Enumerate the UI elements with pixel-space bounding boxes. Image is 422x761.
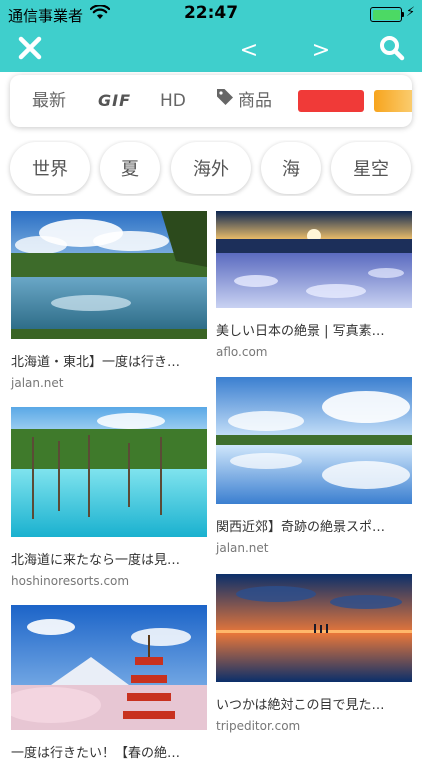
result-source: tripeditor.com xyxy=(216,719,301,733)
result-image-sky-reflection xyxy=(216,377,412,508)
result-card[interactable]: 美しい日本の絶景 | 写真素… aflo.com xyxy=(216,211,412,359)
battery-tip xyxy=(402,12,404,17)
filter-bar: 最新 GIF HD 商品 xyxy=(10,75,412,127)
result-title: 関西近郊】奇跡の絶景スポ… xyxy=(216,520,386,535)
status-bar: 通信事業者 22:47 ⚡ xyxy=(0,0,422,28)
result-title: 北海道に来たなら一度は見… xyxy=(11,553,181,568)
result-card[interactable]: いつかは絶対この目で見た… tripeditor.com xyxy=(216,574,412,733)
filter-product-label: 商品 xyxy=(238,91,272,111)
chip-overseas[interactable]: 海外 xyxy=(171,142,251,194)
nav-bar: < > xyxy=(0,28,422,72)
filter-product[interactable]: 商品 xyxy=(216,75,272,127)
prev-button[interactable]: < xyxy=(232,32,266,68)
result-title: 北海道・東北】一度は行き… xyxy=(11,355,181,370)
result-image-lake xyxy=(11,211,207,343)
filter-hd[interactable]: HD xyxy=(160,75,186,127)
chip-sea[interactable]: 海 xyxy=(261,142,321,194)
result-image-ice-sunrise xyxy=(216,211,412,312)
result-image-pagoda-fuji xyxy=(11,605,207,734)
search-icon xyxy=(378,34,406,66)
search-button[interactable] xyxy=(372,32,412,68)
result-card[interactable]: 関西近郊】奇跡の絶景スポ… jalan.net xyxy=(216,377,412,555)
result-title: 美しい日本の絶景 | 写真素… xyxy=(216,324,385,339)
chip-world[interactable]: 世界 xyxy=(10,142,90,194)
color-swatch-red[interactable] xyxy=(298,90,364,112)
next-button[interactable]: > xyxy=(304,32,338,68)
result-source: aflo.com xyxy=(216,345,268,359)
tag-icon xyxy=(216,75,234,127)
chip-starry-sky[interactable]: 星空 xyxy=(331,142,411,194)
clock: 22:47 xyxy=(183,3,239,23)
close-button[interactable] xyxy=(12,32,48,68)
result-card[interactable]: 北海道に来たなら一度は見… hoshinoresorts.com xyxy=(11,407,207,588)
battery-icon xyxy=(370,7,402,22)
keyword-chips: 世界 夏 海外 海 星空 xyxy=(0,140,422,196)
result-source: hoshinoresorts.com xyxy=(11,574,130,588)
close-x-icon xyxy=(17,35,43,65)
result-title: いつかは絶対この目で見た… xyxy=(216,698,385,713)
chip-summer[interactable]: 夏 xyxy=(100,142,160,194)
charging-bolt-icon: ⚡ xyxy=(406,5,416,20)
result-card[interactable]: 北海道・東北】一度は行き… jalan.net xyxy=(11,211,207,390)
filter-latest[interactable]: 最新 xyxy=(32,75,66,127)
result-source: jalan.net xyxy=(11,376,64,390)
result-title: 一度は行きたい！【春の絶… xyxy=(11,746,181,761)
result-image-sunset-flats xyxy=(216,574,412,686)
result-image-blue-pond xyxy=(11,407,207,541)
result-source: jalan.net xyxy=(216,541,269,555)
color-swatch-orange[interactable] xyxy=(374,90,412,112)
result-card[interactable]: 一度は行きたい！【春の絶… xyxy=(11,605,207,761)
filter-gif[interactable]: GIF xyxy=(98,75,131,127)
